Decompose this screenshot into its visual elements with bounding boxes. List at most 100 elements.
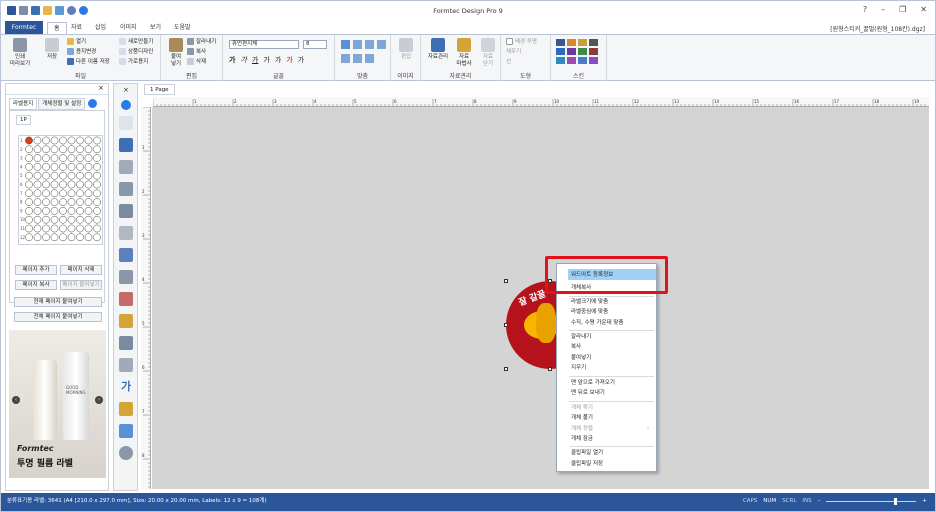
- label-cell[interactable]: [50, 207, 59, 215]
- zoom-out-icon[interactable]: –: [818, 496, 821, 506]
- label-cell[interactable]: [76, 233, 84, 242]
- label-cell[interactable]: [84, 180, 93, 189]
- label-cell[interactable]: [33, 189, 42, 198]
- label-cell[interactable]: [25, 154, 33, 162]
- align-middle-icon[interactable]: [353, 54, 362, 63]
- label-cell[interactable]: [25, 215, 33, 224]
- label-cell[interactable]: [76, 198, 84, 206]
- label-cell[interactable]: [59, 145, 67, 154]
- label-cell[interactable]: [67, 136, 76, 145]
- label-cell[interactable]: [59, 180, 67, 189]
- label-cell[interactable]: [50, 136, 59, 145]
- label-cell[interactable]: [50, 163, 59, 171]
- settings-icon[interactable]: [121, 100, 131, 110]
- tab-home[interactable]: 홈: [47, 22, 67, 34]
- label-cell[interactable]: [67, 233, 76, 242]
- label-cell[interactable]: [67, 145, 76, 154]
- label-cell[interactable]: [93, 171, 101, 180]
- advertisement-banner[interactable]: GOOD MORNING ‹ › Formtec 투명 필름 라벨: [9, 330, 106, 478]
- tab-object-settings[interactable]: 개체정렬 및 설정: [38, 98, 86, 110]
- label-cell[interactable]: [67, 180, 76, 189]
- skin-swatch[interactable]: [556, 57, 565, 64]
- help-icon[interactable]: ?: [863, 5, 867, 14]
- select-tool-icon[interactable]: [119, 116, 133, 130]
- label-cell[interactable]: [50, 233, 59, 242]
- open-button[interactable]: 열기: [67, 38, 86, 47]
- cut-button[interactable]: 잘라내기: [187, 38, 216, 47]
- label-cell[interactable]: [59, 136, 67, 145]
- label-cell[interactable]: [67, 207, 76, 215]
- grow-font-button[interactable]: 가: [263, 55, 269, 65]
- label-cell[interactable]: [42, 233, 50, 242]
- context-menu-item[interactable]: 맨 앞으로 가져오기: [571, 379, 615, 387]
- table-tool-icon[interactable]: [119, 182, 133, 196]
- paste-page-button[interactable]: 페이지 붙여넣기: [60, 280, 102, 290]
- label-cell[interactable]: [84, 154, 93, 162]
- align-bottom-icon[interactable]: [365, 54, 374, 63]
- barcode-tool-icon[interactable]: [119, 160, 133, 174]
- label-cell[interactable]: [84, 198, 93, 206]
- label-cell[interactable]: [93, 224, 101, 233]
- tab-label-paper[interactable]: 라벨용지: [9, 98, 38, 110]
- label-cell[interactable]: [59, 189, 67, 198]
- landscape-button[interactable]: 가로용지: [119, 58, 148, 67]
- label-cell[interactable]: [84, 224, 93, 233]
- label-cell[interactable]: [25, 180, 33, 189]
- zoom-slider[interactable]: [826, 497, 917, 505]
- page-tab-1p[interactable]: 1P: [16, 115, 31, 125]
- zoom-slider-thumb[interactable]: [894, 497, 898, 505]
- skin-swatch[interactable]: [567, 48, 576, 55]
- label-cell[interactable]: [76, 145, 84, 154]
- calendar-tool-icon[interactable]: [119, 292, 133, 306]
- label-cell[interactable]: [42, 215, 50, 224]
- label-cell[interactable]: [33, 233, 42, 242]
- line-tool-icon[interactable]: [119, 226, 133, 240]
- label-cell[interactable]: [76, 207, 84, 215]
- paste-all-pages-button[interactable]: 전체 페이지 붙여넣기: [14, 312, 102, 322]
- label-cell[interactable]: [33, 180, 42, 189]
- paste-button[interactable]: 붙여 넣기: [163, 38, 189, 68]
- label-cell[interactable]: [84, 136, 93, 145]
- label-cell[interactable]: [84, 189, 93, 198]
- label-cell[interactable]: [25, 207, 33, 215]
- minimize-icon[interactable]: –: [881, 5, 885, 14]
- stamp-tool-icon[interactable]: [119, 446, 133, 460]
- label-cell[interactable]: [67, 171, 76, 180]
- label-cell[interactable]: [25, 233, 33, 242]
- label-cell[interactable]: [50, 154, 59, 162]
- label-cell[interactable]: [93, 233, 101, 242]
- skin-swatch[interactable]: [567, 57, 576, 64]
- tab-formtec[interactable]: Formtec: [5, 21, 43, 34]
- print-preview-button[interactable]: 인쇄 미리보기: [7, 38, 33, 68]
- label-cell[interactable]: [42, 224, 50, 233]
- resize-handle[interactable]: [548, 367, 552, 371]
- restore-icon[interactable]: ❐: [899, 5, 906, 14]
- label-cell[interactable]: [59, 171, 67, 180]
- context-menu-item[interactable]: 맨 뒤로 보내기: [571, 389, 605, 397]
- delete-button[interactable]: 삭제: [187, 58, 206, 67]
- label-cell[interactable]: [59, 207, 67, 215]
- context-menu-item[interactable]: 수직, 수평 가운데 맞춤: [571, 319, 624, 327]
- fill-color-button[interactable]: 채우기: [506, 48, 521, 57]
- label-cell[interactable]: [50, 189, 59, 198]
- underline-button[interactable]: 가: [252, 55, 258, 65]
- skin-swatch[interactable]: [556, 39, 565, 46]
- label-cell[interactable]: [76, 136, 84, 145]
- shape-tool-icon[interactable]: [119, 138, 133, 152]
- delete-page-button[interactable]: 페이지 삭제: [60, 265, 102, 275]
- label-cell[interactable]: [84, 171, 93, 180]
- label-cell[interactable]: [25, 224, 33, 233]
- context-menu-item[interactable]: 클립파일 저장: [571, 460, 603, 468]
- skin-swatch[interactable]: [567, 39, 576, 46]
- new-button[interactable]: 새로만들기: [119, 38, 153, 47]
- italic-button[interactable]: 가: [240, 55, 246, 65]
- label-cell[interactable]: [25, 136, 33, 145]
- label-cell[interactable]: [76, 215, 84, 224]
- label-cell[interactable]: [42, 136, 50, 145]
- label-cell[interactable]: [33, 198, 42, 206]
- align-right-icon[interactable]: [365, 40, 374, 49]
- save-as-button[interactable]: 다른 이름 저장: [67, 58, 110, 67]
- label-cell[interactable]: [42, 145, 50, 154]
- image-tool-icon[interactable]: [119, 204, 133, 218]
- zoom-in-icon[interactable]: +: [922, 496, 927, 506]
